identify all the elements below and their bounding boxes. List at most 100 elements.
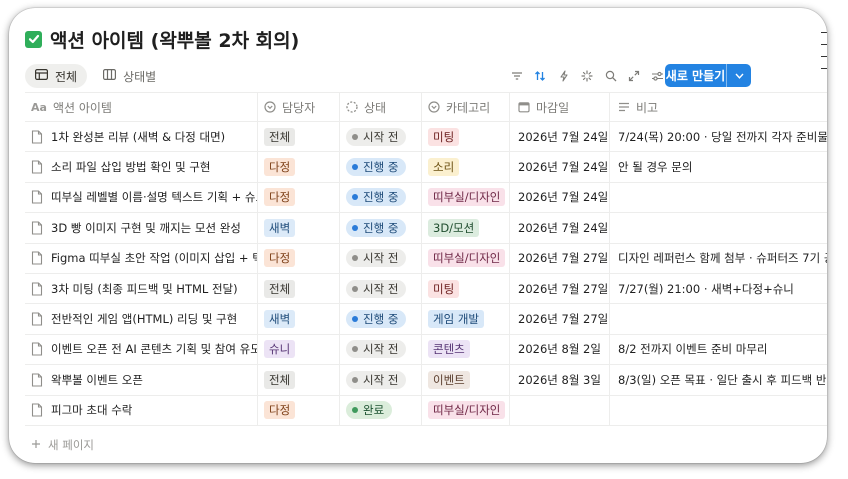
status-cell[interactable]: 시작 전 <box>339 365 421 395</box>
category-cell[interactable]: 미팅 <box>421 273 509 304</box>
assignee-cell[interactable]: 슈니 <box>257 334 339 365</box>
status-badge: 시작 전 <box>346 249 407 268</box>
title-cell[interactable]: 소리 파일 삽입 방법 확인 및 구현 <box>25 152 257 181</box>
category-cell[interactable]: 콘텐츠 <box>421 334 509 365</box>
assignee-cell[interactable]: 전체 <box>257 365 339 395</box>
category-cell[interactable]: 띠부실/디자인 <box>421 243 509 273</box>
due-cell[interactable]: 2026년 7월 27일 <box>509 243 609 273</box>
assignee-cell[interactable]: 새벽 <box>257 213 339 243</box>
table-row[interactable]: 피그마 초대 수락 다정 완료 띠부실/디자인 <box>25 395 827 426</box>
column-header-note[interactable]: 비고 <box>609 93 827 121</box>
assignee-cell[interactable]: 다정 <box>257 182 339 213</box>
assignee-cell[interactable]: 새벽 <box>257 304 339 334</box>
note-cell[interactable] <box>609 304 827 334</box>
add-page-row[interactable]: 새 페이지 <box>25 433 94 457</box>
category-tag: 게임 개발 <box>428 310 484 329</box>
category-cell[interactable]: 이벤트 <box>421 365 509 395</box>
due-cell[interactable]: 2026년 7월 24일 <box>509 122 609 152</box>
note-cell[interactable]: 7/24(목) 20:00 · 당일 전까지 각자 준비물 완성 <box>609 122 827 152</box>
due-date: 2026년 7월 24일 <box>518 160 609 175</box>
note-cell[interactable]: 7/27(월) 21:00 · 새벽+다정+슈니 <box>609 273 827 304</box>
table-row[interactable]: 이벤트 오픈 전 AI 콘텐츠 기획 및 참여 유도 콘 슈니 시작 전 콘텐츠 202… <box>25 334 827 366</box>
assignee-cell[interactable]: 다정 <box>257 395 339 425</box>
note-text: 7/27(월) 21:00 · 새벽+다정+슈니 <box>618 281 794 296</box>
status-cell[interactable]: 진행 중 <box>339 152 421 182</box>
table-row[interactable]: 띠부실 레벨별 이름·설명 텍스트 기획 + 슈크림 다정 진행 중 띠부실/디자인 2… <box>25 182 827 214</box>
title-cell[interactable]: 띠부실 레벨별 이름·설명 텍스트 기획 + 슈크림 <box>25 183 257 212</box>
assignee-cell[interactable]: 다정 <box>257 152 339 182</box>
view-tab-label: 상태별 <box>123 69 157 84</box>
due-cell[interactable]: 2026년 8월 2일 <box>509 334 609 365</box>
view-tab-all[interactable]: 전체 <box>25 64 88 88</box>
category-cell[interactable]: 띠부실/디자인 <box>421 395 509 425</box>
due-cell[interactable]: 2026년 7월 24일 <box>509 182 609 213</box>
category-cell[interactable]: 띠부실/디자인 <box>421 182 509 213</box>
status-cell[interactable]: 시작 전 <box>339 273 421 304</box>
assignee-cell[interactable]: 전체 <box>257 273 339 304</box>
filter-icon[interactable] <box>505 64 529 88</box>
note-cell[interactable] <box>609 182 827 213</box>
note-cell[interactable]: 8/2 전까지 이벤트 준비 마무리 <box>609 334 827 365</box>
column-header-status[interactable]: 상태 <box>339 93 421 121</box>
title-cell[interactable]: 이벤트 오픈 전 AI 콘텐츠 기획 및 참여 유도 콘 <box>25 335 257 364</box>
expand-icon[interactable] <box>623 64 647 88</box>
chevron-down-icon[interactable] <box>727 73 751 79</box>
column-header-assignee[interactable]: 담당자 <box>257 93 339 121</box>
automation-icon[interactable] <box>552 64 576 88</box>
note-cell[interactable] <box>609 395 827 425</box>
view-tab-status[interactable]: 상태별 <box>93 64 166 88</box>
category-cell[interactable]: 소리 <box>421 152 509 182</box>
category-cell[interactable]: 3D/모션 <box>421 213 509 243</box>
due-cell[interactable]: 2026년 7월 24일 <box>509 152 609 182</box>
title-cell[interactable]: 3D 빵 이미지 구현 및 깨지는 모션 완성 <box>25 213 257 242</box>
category-cell[interactable]: 게임 개발 <box>421 304 509 334</box>
status-cell[interactable]: 시작 전 <box>339 243 421 273</box>
category-tag: 띠부실/디자인 <box>428 249 506 268</box>
new-page-button[interactable]: 새로 만들기 <box>665 64 751 87</box>
title-cell[interactable]: 전반적인 게임 앱(HTML) 리딩 및 구현 <box>25 304 257 333</box>
due-cell[interactable]: 2026년 7월 27일 <box>509 304 609 334</box>
title-cell[interactable]: Figma 띠부실 초안 작업 (이미지 삽입 + 텍스트 <box>25 244 257 273</box>
due-cell[interactable]: 2026년 8월 3일 <box>509 365 609 395</box>
column-header-title[interactable]: Aa 액션 아이템 <box>25 93 257 121</box>
status-dot <box>352 376 358 383</box>
select-icon <box>264 101 276 113</box>
search-icon[interactable] <box>599 64 623 88</box>
title-cell[interactable]: 3차 미팅 (최종 피드백 및 HTML 전달) <box>25 274 257 303</box>
category-cell[interactable]: 미팅 <box>421 122 509 152</box>
sort-icon[interactable] <box>529 64 553 88</box>
table-row[interactable]: 전반적인 게임 앱(HTML) 리딩 및 구현 새벽 진행 중 게임 개발 2026년 … <box>25 304 827 335</box>
status-cell[interactable]: 시작 전 <box>339 122 421 152</box>
table-row[interactable]: 3차 미팅 (최종 피드백 및 HTML 전달) 전체 시작 전 미팅 2026년 7월… <box>25 273 827 305</box>
note-cell[interactable]: 안 될 경우 문의 <box>609 152 827 182</box>
due-cell[interactable] <box>509 395 609 425</box>
table-row[interactable]: 1차 완성본 리뷰 (새벽 & 다정 대면) 전체 시작 전 미팅 2026년 7월 2… <box>25 122 827 153</box>
assignee-tag: 슈니 <box>264 340 296 359</box>
table-row[interactable]: 소리 파일 삽입 방법 확인 및 구현 다정 진행 중 소리 2026년 7월 24일 안… <box>25 152 827 183</box>
title-cell[interactable]: 1차 완성본 리뷰 (새벽 & 다정 대면) <box>25 122 257 151</box>
title-cell[interactable]: 피그마 초대 수락 <box>25 396 257 425</box>
due-date: 2026년 8월 2일 <box>518 342 601 357</box>
table-row[interactable]: 3D 빵 이미지 구현 및 깨지는 모션 완성 새벽 진행 중 3D/모션 2026년 … <box>25 213 827 244</box>
assignee-cell[interactable]: 전체 <box>257 122 339 152</box>
status-cell[interactable]: 완료 <box>339 395 421 425</box>
status-cell[interactable]: 진행 중 <box>339 304 421 334</box>
title-cell[interactable]: 왁뿌볼 이벤트 오픈 <box>25 365 257 394</box>
status-cell[interactable]: 진행 중 <box>339 213 421 243</box>
column-header-category[interactable]: 카테고리 <box>421 93 509 121</box>
assignee-tag: 다정 <box>264 188 296 207</box>
due-cell[interactable]: 2026년 7월 24일 <box>509 213 609 243</box>
note-cell[interactable]: 8/3(일) 오픈 목표 · 일단 출시 후 피드백 반영 <box>609 365 827 395</box>
item-title: Figma 띠부실 초안 작업 (이미지 삽입 + 텍스트 <box>51 251 257 266</box>
table-row[interactable]: Figma 띠부실 초안 작업 (이미지 삽입 + 텍스트 다정 시작 전 띠부실/디… <box>25 243 827 274</box>
status-cell[interactable]: 진행 중 <box>339 182 421 213</box>
note-cell[interactable]: 디자인 레퍼런스 함께 첨부 · 슈퍼터즈 7기 공동 계정 <box>609 243 827 273</box>
ai-icon[interactable] <box>576 64 600 88</box>
note-cell[interactable] <box>609 213 827 243</box>
item-title: 3차 미팅 (최종 피드백 및 HTML 전달) <box>51 281 238 296</box>
due-cell[interactable]: 2026년 7월 27일 <box>509 273 609 304</box>
column-header-due[interactable]: 마감일 <box>509 93 609 121</box>
table-row[interactable]: 왁뿌볼 이벤트 오픈 전체 시작 전 이벤트 2026년 8월 3일 8/3(일) 오픈 … <box>25 365 827 396</box>
status-cell[interactable]: 시작 전 <box>339 334 421 365</box>
assignee-cell[interactable]: 다정 <box>257 243 339 273</box>
